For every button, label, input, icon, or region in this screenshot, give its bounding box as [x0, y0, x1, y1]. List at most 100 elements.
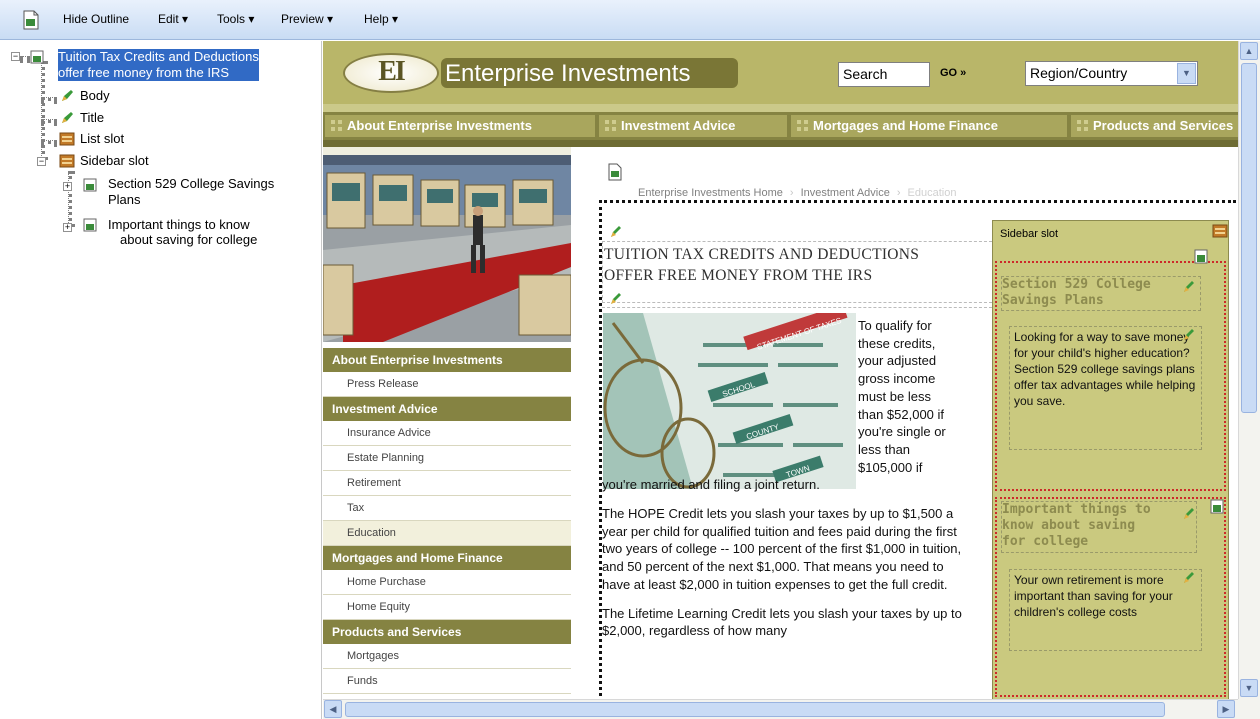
top-nav-mortgages[interactable]: Mortgages and Home Finance — [791, 115, 1067, 137]
article-line: To qualify for — [858, 318, 932, 333]
tree-item-important-things-line1: Important things to know — [108, 217, 250, 232]
article-line: $105,000 if — [858, 459, 923, 475]
page-icon[interactable] — [607, 163, 623, 181]
side-nav-heading[interactable]: Mortgages and Home Finance — [323, 546, 571, 570]
side-nav-heading[interactable]: Investment Advice — [323, 397, 571, 421]
tree-connector — [41, 61, 45, 160]
sidebar-slot-label: Sidebar slot — [1000, 228, 1059, 240]
breadcrumb-separator: › — [789, 187, 794, 199]
article-line: less than — [858, 441, 911, 457]
menu-preview[interactable]: Preview ▾ — [281, 12, 333, 26]
sidebar-block-529[interactable]: Section 529 College Savings Plans Lookin… — [995, 249, 1226, 491]
article-line: your adjusted — [858, 353, 937, 369]
edit-pencil-icon[interactable] — [1182, 280, 1196, 294]
vertical-scrollbar[interactable]: ▲ ▼ — [1238, 41, 1260, 699]
expand-icon[interactable]: + — [63, 182, 72, 191]
page-icon[interactable] — [1209, 499, 1225, 515]
side-nav-item[interactable]: Home Purchase — [323, 570, 571, 595]
sidebar-block-important-title-line1: Important things to — [1002, 502, 1151, 517]
scroll-up-icon[interactable]: ▲ — [1240, 42, 1258, 60]
top-nav-products[interactable]: Products and Services — [1071, 115, 1238, 137]
article-paragraph-2: The HOPE Credit lets you slash your taxe… — [602, 506, 962, 592]
horizontal-scroll-thumb[interactable] — [345, 702, 1165, 717]
tree-item-list-slot[interactable]: List slot — [80, 131, 124, 147]
breadcrumb-education: Education — [907, 187, 957, 199]
edit-pencil-icon[interactable] — [609, 225, 623, 239]
tree-item-section-529-line1: Section 529 College Savings — [108, 176, 275, 191]
top-nav-about[interactable]: About Enterprise Investments — [325, 115, 595, 137]
app-icon[interactable] — [22, 10, 40, 30]
edit-pencil-icon[interactable] — [609, 292, 623, 306]
header-divider — [323, 104, 1238, 112]
side-nav-item[interactable]: Mortgages — [323, 644, 571, 669]
side-nav-item[interactable]: Education — [323, 521, 571, 546]
sidebar-block-important-title-line2: know about saving — [1002, 518, 1136, 533]
tree-item-sidebar-slot[interactable]: Sidebar slot — [80, 153, 149, 169]
sidebar-block-important-title-line3: for college — [1002, 534, 1089, 549]
collapse-icon[interactable]: − — [37, 157, 46, 166]
breadcrumb: Enterprise Investments Home › Investment A… — [638, 187, 956, 199]
side-nav-item[interactable]: Estate Planning — [323, 446, 571, 471]
go-button[interactable]: GO » — [940, 67, 966, 79]
sidebar-block-529-text[interactable]: Looking for a way to save money for your… — [1009, 326, 1202, 450]
vertical-scroll-thumb[interactable] — [1241, 63, 1257, 413]
edit-pencil-icon[interactable] — [1182, 507, 1196, 521]
tree-item-document[interactable]: Tuition Tax Credits and Deductions offer… — [58, 49, 259, 81]
tree-item-body[interactable]: Body — [80, 88, 110, 104]
edit-pencil-icon[interactable] — [1182, 571, 1196, 585]
top-nav-investment-advice[interactable]: Investment Advice — [599, 115, 787, 137]
sidebar-block-important-text[interactable]: Your own retirement is more important th… — [1009, 569, 1202, 651]
sidebar-block-529-title-line1: Section 529 College — [1002, 277, 1151, 292]
edit-pencil-icon[interactable] — [1182, 328, 1196, 342]
site-logo[interactable]: EI Enterprise Investments — [343, 53, 738, 93]
side-nav-item[interactable]: Home Equity — [323, 595, 571, 620]
menu-bar: Hide Outline Edit ▾ Tools ▾ Preview ▾ He… — [0, 0, 1260, 40]
side-nav-item[interactable]: Retirement — [323, 471, 571, 496]
tree-connector — [68, 171, 72, 227]
banner-top-strip — [323, 147, 571, 155]
tree-connector — [41, 140, 57, 144]
side-nav: About Enterprise Investments Press Releas… — [323, 348, 571, 694]
tree-item-important-things[interactable]: Important things to know about saving fo… — [108, 217, 257, 247]
sidebar-block-important[interactable]: Important things to know about saving fo… — [995, 497, 1226, 697]
menu-hide-outline[interactable]: Hide Outline — [63, 12, 129, 26]
expand-icon[interactable]: + — [63, 223, 72, 232]
page-title-line2: OFFER FREE MONEY FROM THE IRS — [604, 267, 873, 284]
page-icon[interactable] — [1193, 249, 1209, 265]
scroll-down-icon[interactable]: ▼ — [1240, 679, 1258, 697]
tree-item-section-529[interactable]: Section 529 College Savings Plans — [108, 176, 274, 208]
page-title[interactable]: TUITION TAX CREDITS AND DEDUCTIONS OFFER… — [604, 244, 964, 286]
sidebar-block-529-title[interactable]: Section 529 College Savings Plans — [1001, 276, 1201, 311]
horizontal-scrollbar[interactable]: ◀ ▶ — [323, 699, 1238, 719]
breadcrumb-separator: › — [896, 187, 901, 199]
collapse-icon[interactable]: − — [11, 52, 20, 61]
article-paragraph-1-end: you're married and filing a joint return… — [602, 477, 820, 493]
article-line: than $52,000 if — [858, 406, 945, 422]
side-nav-item[interactable]: Tax — [323, 496, 571, 521]
site-header: EI Enterprise Investments Search GO » Re… — [323, 41, 1238, 104]
region-select[interactable]: Region/Country ▼ — [1025, 61, 1198, 86]
page-title-line1: TUITION TAX CREDITS AND DEDUCTIONS — [604, 246, 920, 263]
search-input[interactable]: Search — [838, 62, 930, 87]
scroll-corner — [1238, 699, 1260, 719]
breadcrumb-home[interactable]: Enterprise Investments Home — [638, 187, 783, 199]
side-nav-item[interactable]: Press Release — [323, 372, 571, 397]
slot-icon[interactable] — [1212, 223, 1228, 239]
breadcrumb-investment-advice[interactable]: Investment Advice — [801, 187, 890, 199]
chevron-down-icon[interactable]: ▼ — [1177, 63, 1196, 84]
scroll-right-icon[interactable]: ▶ — [1217, 700, 1235, 718]
page-icon — [83, 218, 97, 232]
banner-image — [323, 155, 571, 342]
scroll-left-icon[interactable]: ◀ — [324, 700, 342, 718]
side-nav-item[interactable]: Funds — [323, 669, 571, 694]
sidebar-slot[interactable]: Sidebar slot Section 529 College Savings… — [992, 220, 1229, 699]
side-nav-item[interactable]: Insurance Advice — [323, 421, 571, 446]
sidebar-block-important-title[interactable]: Important things to know about saving fo… — [1001, 501, 1197, 553]
menu-tools[interactable]: Tools ▾ — [217, 12, 254, 26]
side-nav-heading[interactable]: About Enterprise Investments — [323, 348, 571, 372]
tree-item-title[interactable]: Title — [80, 110, 104, 126]
menu-help[interactable]: Help ▾ — [364, 12, 398, 26]
editor-window: Hide Outline Edit ▾ Tools ▾ Preview ▾ He… — [0, 0, 1260, 719]
menu-edit[interactable]: Edit ▾ — [158, 12, 188, 26]
side-nav-heading[interactable]: Products and Services — [323, 620, 571, 644]
